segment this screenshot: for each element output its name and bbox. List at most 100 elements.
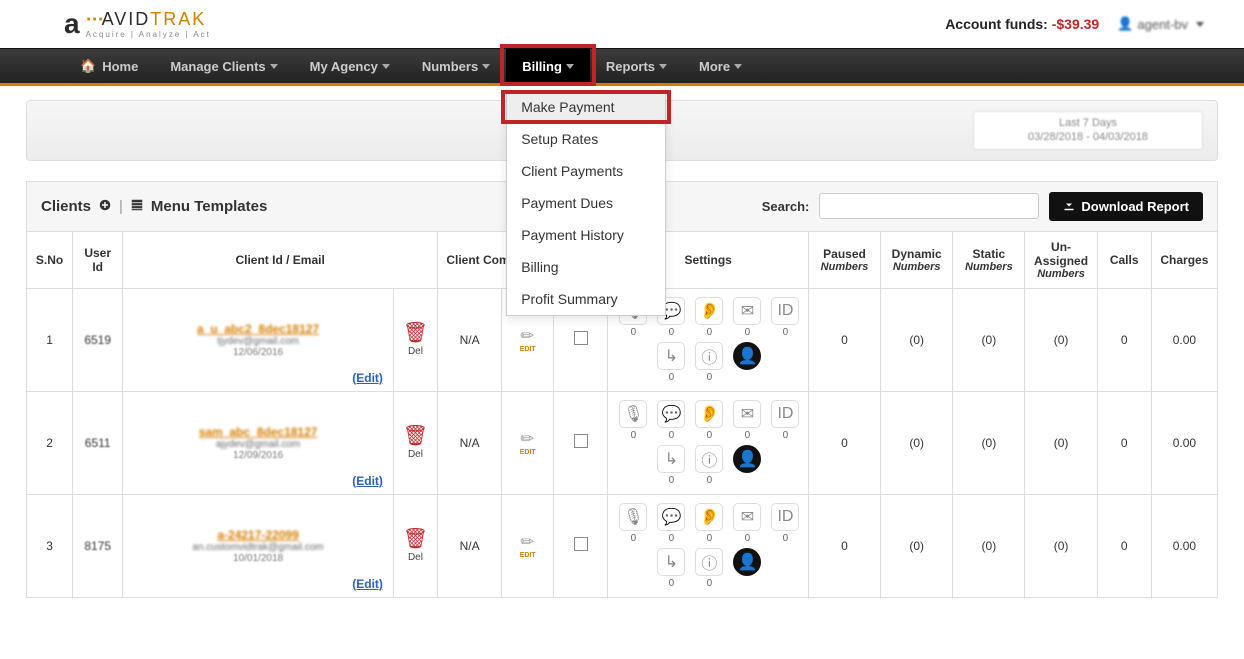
nav-my-agency[interactable]: My Agency	[294, 49, 406, 83]
robot-icon[interactable]: ⓘ 0	[692, 445, 726, 486]
mail-icon-glyph: ✉	[733, 400, 761, 428]
nav-reports[interactable]: Reports	[590, 49, 683, 83]
nav-billing[interactable]: Billing Make Payment Setup Rates Client …	[506, 49, 590, 83]
callerid-icon[interactable]: ID 0	[768, 503, 802, 544]
col-dynamic[interactable]: DynamicNumbers	[881, 231, 953, 288]
cell-comments: N/A	[438, 494, 502, 597]
client-name-link[interactable]: sam_abc_8dec18127	[129, 425, 387, 439]
col-client[interactable]: Client Id / Email	[123, 231, 438, 288]
callerid-icon[interactable]: ID 0	[768, 400, 802, 441]
ear-icon-glyph: 👂	[695, 297, 723, 325]
forward-icon[interactable]: ↳ 0	[654, 548, 688, 589]
status-checkbox[interactable]	[574, 331, 588, 345]
col-sno[interactable]: S.No	[27, 231, 73, 288]
mic-icon[interactable]: 🎙 0	[616, 503, 650, 544]
cell-edit[interactable]: ✎ EDIT	[502, 391, 554, 494]
robot-icon-glyph: ⓘ	[695, 548, 723, 576]
del-label: Del	[408, 346, 423, 357]
status-checkbox[interactable]	[574, 434, 588, 448]
forward-icon-count: 0	[669, 578, 675, 589]
ear-icon[interactable]: 👂 0	[692, 503, 726, 544]
ear-icon[interactable]: 👂 0	[692, 400, 726, 441]
settings-icons: 🎙 0 💬 0 👂 0 ✉ 0 ID 0 ↳	[614, 400, 804, 486]
edit-client-link[interactable]: (Edit)	[352, 371, 383, 385]
cell-unassigned[interactable]: (0)	[1025, 288, 1097, 391]
forward-icon[interactable]: ↳ 0	[654, 342, 688, 383]
cell-comments: N/A	[438, 288, 502, 391]
nav-more-label: More	[699, 59, 730, 74]
nav-numbers[interactable]: Numbers	[406, 49, 506, 83]
nav-more[interactable]: More	[683, 49, 758, 83]
callerid-icon-count: 0	[783, 430, 789, 441]
menu-payment-history[interactable]: Payment History	[507, 219, 665, 251]
status-checkbox[interactable]	[574, 537, 588, 551]
client-name-link[interactable]: a-24217-22099	[129, 528, 387, 542]
forward-icon[interactable]: ↳ 0	[654, 445, 688, 486]
menu-make-payment[interactable]: Make Payment	[507, 91, 665, 123]
edit-client-link[interactable]: (Edit)	[352, 577, 383, 591]
client-email: ajydev@gmail.com	[129, 439, 387, 450]
robot-icon-count: 0	[707, 475, 713, 486]
cell-delete[interactable]: 🗑 Del	[393, 391, 437, 494]
mail-icon-count: 0	[745, 327, 751, 338]
client-name-link[interactable]: a_u_abc2_8dec18127	[129, 322, 387, 336]
robot-icon[interactable]: ⓘ 0	[692, 548, 726, 589]
cell-paused: 0	[808, 288, 880, 391]
col-calls[interactable]: Calls	[1097, 231, 1151, 288]
menu-setup-rates[interactable]: Setup Rates	[507, 123, 665, 155]
cell-dynamic[interactable]: (0)	[881, 391, 953, 494]
trash-icon: 🗑	[400, 323, 431, 343]
col-charges[interactable]: Charges	[1151, 231, 1217, 288]
col-static[interactable]: StaticNumbers	[953, 231, 1025, 288]
client-date: 12/09/2016	[129, 450, 387, 461]
nav-manage-clients[interactable]: Manage Clients	[154, 49, 293, 83]
cell-calls: 0	[1097, 288, 1151, 391]
brand-logo[interactable]: a ⋯AVIDTRAK Acquire | Analyze | Act	[64, 9, 211, 39]
mail-icon[interactable]: ✉ 0	[730, 400, 764, 441]
cell-edit[interactable]: ✎ EDIT	[502, 494, 554, 597]
download-report-button[interactable]: Download Report	[1049, 192, 1203, 221]
chat-icon[interactable]: 💬 0	[654, 400, 688, 441]
menu-profit-summary[interactable]: Profit Summary	[507, 283, 665, 315]
callerid-icon[interactable]: ID 0	[768, 297, 802, 338]
brand-text-1: AVID	[102, 9, 151, 29]
table-row: 2 6511 sam_abc_8dec18127 ajydev@gmail.co…	[27, 391, 1218, 494]
cell-calls: 0	[1097, 494, 1151, 597]
search-input[interactable]	[819, 193, 1039, 219]
person-icon[interactable]: 👤	[730, 445, 764, 486]
cell-static[interactable]: (0)	[953, 494, 1025, 597]
menu-billing[interactable]: Billing	[507, 251, 665, 283]
add-client-icon[interactable]	[99, 198, 111, 215]
person-icon-glyph: 👤	[733, 445, 761, 473]
cell-dynamic[interactable]: (0)	[881, 494, 953, 597]
menu-payment-dues[interactable]: Payment Dues	[507, 187, 665, 219]
cell-dynamic[interactable]: (0)	[881, 288, 953, 391]
mail-icon[interactable]: ✉ 0	[730, 297, 764, 338]
ear-icon-glyph: 👂	[695, 503, 723, 531]
client-date: 10/01/2018	[129, 553, 387, 564]
nav-home[interactable]: 🏠 Home	[64, 49, 154, 83]
mic-icon[interactable]: 🎙 0	[616, 400, 650, 441]
col-paused[interactable]: PausedNumbers	[808, 231, 880, 288]
cell-delete[interactable]: 🗑 Del	[393, 494, 437, 597]
robot-icon[interactable]: ⓘ 0	[692, 342, 726, 383]
ear-icon-count: 0	[707, 533, 713, 544]
daterange-value: 03/28/2018 - 04/03/2018	[982, 130, 1194, 144]
person-icon[interactable]: 👤	[730, 342, 764, 383]
callerid-icon-glyph: ID	[771, 297, 799, 325]
mail-icon[interactable]: ✉ 0	[730, 503, 764, 544]
cell-unassigned[interactable]: (0)	[1025, 494, 1097, 597]
cell-static[interactable]: (0)	[953, 391, 1025, 494]
cell-static[interactable]: (0)	[953, 288, 1025, 391]
ear-icon[interactable]: 👂 0	[692, 297, 726, 338]
col-unassigned[interactable]: Un-AssignedNumbers	[1025, 231, 1097, 288]
daterange-picker[interactable]: Last 7 Days 03/28/2018 - 04/03/2018	[973, 111, 1203, 150]
chat-icon[interactable]: 💬 0	[654, 503, 688, 544]
person-icon[interactable]: 👤	[730, 548, 764, 589]
menu-client-payments[interactable]: Client Payments	[507, 155, 665, 187]
cell-unassigned[interactable]: (0)	[1025, 391, 1097, 494]
edit-client-link[interactable]: (Edit)	[352, 474, 383, 488]
col-user-id[interactable]: User Id	[73, 231, 123, 288]
cell-delete[interactable]: 🗑 Del	[393, 288, 437, 391]
user-menu[interactable]: 👤 agent-bv	[1117, 16, 1204, 32]
